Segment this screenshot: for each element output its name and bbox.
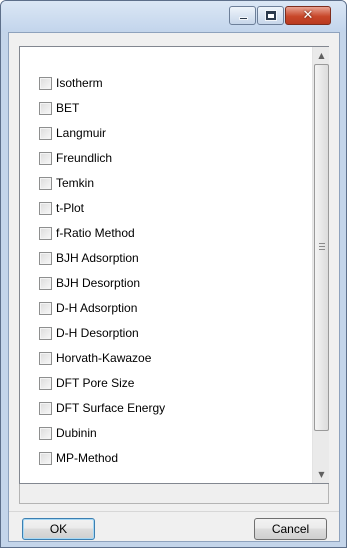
checkbox[interactable] [39,376,52,390]
checkbox[interactable] [39,176,52,190]
checklist-item[interactable]: MP-Method [39,449,299,467]
minimize-icon [239,17,248,20]
report-checklist[interactable]: Isotherm BET Langmuir Freundlich Temkin t-Plo… [19,46,329,484]
status-strip [19,484,329,504]
checklist-item[interactable]: BJH Adsorption [39,249,299,267]
checklist-item-label: f-Ratio Method [56,226,135,240]
checklist-item[interactable]: BJH Desorption [39,274,299,292]
checklist-item-label: DFT Surface Energy [56,401,166,415]
checklist-item[interactable]: Freundlich [39,149,299,167]
checklist-item[interactable]: DFT Surface Energy [39,399,299,417]
checklist-item-label: Langmuir [56,126,107,140]
checklist-items: Isotherm BET Langmuir Freundlich Temkin t-Plo… [20,47,311,483]
checklist-item[interactable]: t-Plot [39,199,299,217]
checklist-item-label: D-H Adsorption [56,301,138,315]
checklist-item[interactable]: D-H Desorption [39,324,299,342]
checklist-item-label: D-H Desorption [56,326,139,340]
scroll-up-icon[interactable]: ▲ [313,47,330,64]
checklist-item-label: Dubinin [56,426,97,440]
checklist-item-label: Freundlich [56,151,113,165]
checkbox[interactable] [39,326,52,340]
checklist-item-label: Isotherm [56,76,103,90]
checklist-item[interactable]: DFT Pore Size [39,374,299,392]
checklist-item[interactable]: BET [39,99,299,117]
scroll-down-icon[interactable]: ▼ [313,466,330,483]
checklist-item-label: t-Plot [56,201,85,215]
checklist-item-label: Temkin [56,176,95,190]
checkbox[interactable] [39,251,52,265]
checkbox[interactable] [39,126,52,140]
cancel-button[interactable]: Cancel [254,518,327,540]
dialog-window: ✕ Isotherm BET Langmuir Freundlich Temkin t-P… [0,0,347,548]
checklist-item-label: BJH Adsorption [56,251,139,265]
checkbox[interactable] [39,76,52,90]
checkbox[interactable] [39,426,52,440]
checklist-item[interactable]: Horvath-Kawazoe [39,349,299,367]
separator [9,511,339,512]
maximize-button[interactable] [257,6,284,25]
checkbox[interactable] [39,226,52,240]
checklist-item-label: BJH Desorption [56,276,141,290]
checklist-item-label: MP-Method [56,451,119,465]
checklist-item-label: Horvath-Kawazoe [56,351,152,365]
checkbox[interactable] [39,351,52,365]
ok-button[interactable]: OK [22,518,95,540]
checklist-item[interactable]: f-Ratio Method [39,224,299,242]
close-icon: ✕ [302,8,314,23]
checkbox[interactable] [39,276,52,290]
checklist-item[interactable]: Isotherm [39,74,299,92]
checkbox[interactable] [39,451,52,465]
checkbox[interactable] [39,401,52,415]
scroll-grip-icon [319,243,325,250]
checkbox[interactable] [39,301,52,315]
close-button[interactable]: ✕ [285,6,331,25]
dialog-client-area: Isotherm BET Langmuir Freundlich Temkin t-Plo… [8,32,340,542]
checklist-item[interactable]: Langmuir [39,124,299,142]
checklist-item-label: DFT Pore Size [56,376,135,390]
checkbox[interactable] [39,101,52,115]
checklist-item[interactable]: D-H Adsorption [39,299,299,317]
checkbox[interactable] [39,201,52,215]
title-bar[interactable]: ✕ [1,1,346,31]
maximize-icon [265,10,277,21]
checkbox[interactable] [39,151,52,165]
checklist-item-label: BET [56,101,80,115]
checklist-item[interactable]: Temkin [39,174,299,192]
minimize-button[interactable] [229,6,256,25]
vertical-scrollbar[interactable]: ▲ ▼ [312,47,329,483]
checklist-item[interactable]: Dubinin [39,424,299,442]
scrollbar-thumb[interactable] [314,64,329,431]
